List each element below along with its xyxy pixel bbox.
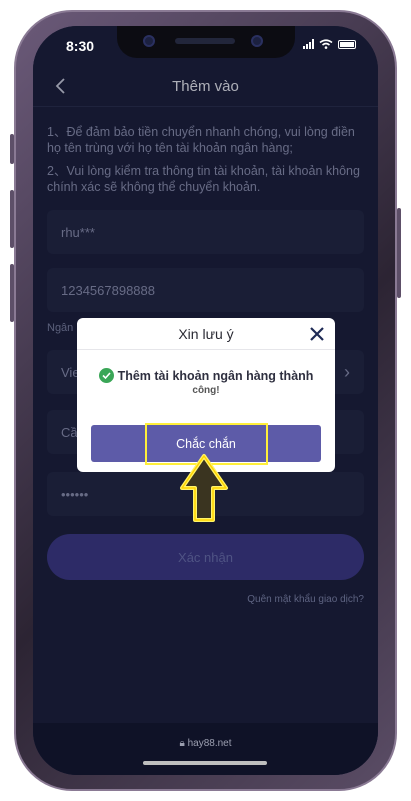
speaker-grille bbox=[175, 38, 235, 44]
success-check-icon bbox=[98, 368, 114, 383]
dialog-message-text-2: công! bbox=[192, 385, 220, 396]
dialog-message-line: Thêm tài khoản ngân hàng thành bbox=[98, 368, 314, 383]
status-icons bbox=[303, 39, 356, 49]
side-button-volume-up bbox=[10, 190, 14, 248]
signal-icon bbox=[303, 39, 314, 49]
dialog-title: Xin lưu ý bbox=[178, 325, 234, 342]
sensor-icon bbox=[251, 35, 263, 47]
dialog-message: Thêm tài khoản ngân hàng thành công! bbox=[77, 350, 335, 396]
phone-screen: 8:30 Thêm vào 1、Để đảm bảo tiền chuyển n… bbox=[33, 26, 378, 775]
notch bbox=[117, 26, 295, 58]
add-bank-page: 8:30 Thêm vào 1、Để đảm bảo tiền chuyển n… bbox=[33, 26, 378, 775]
status-time: 8:30 bbox=[66, 38, 95, 54]
side-button-silent bbox=[10, 134, 14, 164]
camera-icon bbox=[143, 35, 155, 47]
dialog-header: Xin lưu ý bbox=[77, 318, 335, 350]
wifi-icon bbox=[319, 39, 333, 49]
dialog-message-text: Thêm tài khoản ngân hàng thành bbox=[117, 368, 314, 383]
pointer-arrow-icon bbox=[180, 454, 228, 522]
battery-icon bbox=[338, 39, 356, 49]
close-icon[interactable] bbox=[309, 326, 325, 342]
side-button-volume-down bbox=[10, 264, 14, 322]
side-button-power bbox=[397, 208, 401, 298]
